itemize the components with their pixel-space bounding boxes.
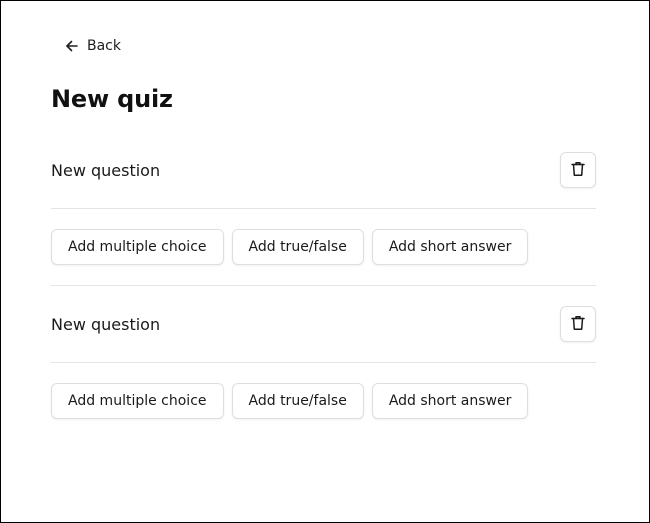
add-multiple-choice-button[interactable]: Add multiple choice [51, 383, 224, 419]
divider [51, 285, 596, 286]
add-multiple-choice-button[interactable]: Add multiple choice [51, 229, 224, 265]
delete-question-button[interactable] [560, 152, 596, 188]
divider [51, 362, 596, 363]
add-true-false-button[interactable]: Add true/false [231, 229, 364, 265]
add-short-answer-button[interactable]: Add short answer [371, 229, 529, 265]
delete-question-button[interactable] [560, 306, 596, 342]
quiz-editor-page: Back New quiz New question Add multiple … [0, 0, 650, 523]
question-title: New question [51, 314, 161, 334]
add-true-false-button[interactable]: Add true/false [231, 383, 364, 419]
question-title: New question [51, 160, 161, 180]
add-short-answer-button[interactable]: Add short answer [371, 383, 529, 419]
back-link[interactable]: Back [61, 34, 125, 58]
question-header: New question [51, 152, 596, 188]
back-label: Back [87, 38, 121, 54]
add-answer-actions: Add multiple choice Add true/false Add s… [51, 229, 529, 265]
question-header: New question [51, 306, 596, 342]
trash-icon [571, 315, 585, 334]
add-answer-actions: Add multiple choice Add true/false Add s… [51, 383, 529, 419]
trash-icon [571, 161, 585, 180]
page-title: New quiz [51, 85, 173, 113]
arrow-left-icon [65, 39, 79, 53]
divider [51, 208, 596, 209]
